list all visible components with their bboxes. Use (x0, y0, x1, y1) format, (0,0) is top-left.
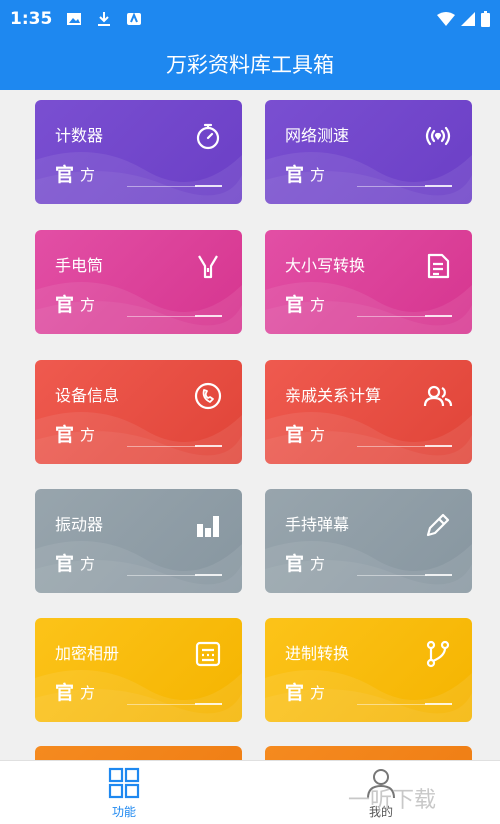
official-badge: 官 (55, 164, 75, 186)
branch-icon (426, 640, 450, 668)
image-icon (67, 13, 82, 25)
tool-card-encrypted-album[interactable]: 加密相册 官 方 (35, 618, 242, 722)
status-bar: 1:35 (0, 0, 500, 38)
official-badge-sub: 方 (310, 555, 326, 573)
phone-icon (194, 382, 222, 410)
tool-card-partial[interactable] (265, 746, 472, 760)
app-title-bar: 万彩资料库工具箱 (0, 38, 500, 90)
tool-title: 振动器 (55, 515, 104, 534)
wave-decoration (265, 282, 472, 334)
official-badge: 官 (55, 553, 75, 575)
official-badge-sub: 方 (80, 166, 96, 184)
wifi-icon (437, 12, 455, 26)
tool-card-base-converter[interactable]: 进制转换 官 方 (265, 618, 472, 722)
tool-title: 设备信息 (55, 386, 120, 405)
official-badge: 官 (55, 294, 75, 316)
tool-title: 网络测速 (285, 126, 350, 145)
cellular-signal-icon (461, 12, 475, 26)
tool-title: 计数器 (55, 126, 104, 145)
tool-title: 手电筒 (55, 256, 104, 275)
official-badge-sub: 方 (310, 426, 326, 444)
wave-decoration (35, 152, 242, 204)
official-badge: 官 (55, 424, 75, 446)
battery-icon (481, 11, 490, 27)
divider-line (357, 316, 427, 317)
official-badge-sub: 方 (310, 166, 326, 184)
tool-title: 手持弹幕 (285, 515, 350, 534)
divider-line (357, 446, 427, 447)
tool-card-case-converter[interactable]: 大小写转换 官 方 (265, 230, 472, 334)
divider-line (127, 704, 197, 705)
tab-label: 功能 (111, 805, 136, 819)
divider-accent (195, 703, 222, 705)
tool-card-relative-calculator[interactable]: 亲戚关系计算 官 方 (265, 360, 472, 464)
wave-decoration (35, 412, 242, 464)
divider-accent (425, 445, 452, 447)
tool-grid: 计数器 官 方 网络测速 官 方 手电筒 官 方 大小写转换 官 方 设备信息 … (0, 90, 500, 760)
divider-line (127, 446, 197, 447)
tool-card-device-info[interactable]: 设备信息 官 方 (35, 360, 242, 464)
official-badge: 官 (285, 553, 305, 575)
wave-decoration (35, 282, 242, 334)
tool-title: 进制转换 (285, 644, 350, 663)
tool-title: 亲戚关系计算 (285, 386, 382, 405)
divider-line (357, 186, 427, 187)
divider-line (127, 316, 197, 317)
divider-line (127, 575, 197, 576)
grid-icon (108, 767, 140, 799)
official-badge: 官 (285, 424, 305, 446)
calculator-icon (195, 641, 221, 667)
official-badge: 官 (285, 294, 305, 316)
pencil-icon (426, 513, 450, 537)
wave-decoration (265, 152, 472, 204)
divider-accent (195, 574, 222, 576)
divider-accent (195, 315, 222, 317)
divider-line (357, 704, 427, 705)
tool-card-counter[interactable]: 计数器 官 方 (35, 100, 242, 204)
stopwatch-icon (196, 123, 220, 150)
official-badge-sub: 方 (310, 296, 326, 314)
tool-card-partial[interactable] (35, 746, 242, 760)
page-title: 万彩资料库工具箱 (166, 53, 334, 77)
tab-functions[interactable]: 功能 (84, 767, 164, 823)
official-badge-sub: 方 (310, 684, 326, 702)
divider-line (127, 186, 197, 187)
tool-title: 大小写转换 (285, 256, 366, 275)
official-badge: 官 (55, 682, 75, 704)
download-icon (98, 12, 111, 26)
wave-decoration (265, 412, 472, 464)
wave-decoration (265, 541, 472, 593)
divider-accent (425, 185, 452, 187)
official-badge: 官 (285, 682, 305, 704)
tool-card-network-speed[interactable]: 网络测速 官 方 (265, 100, 472, 204)
document-icon (427, 253, 450, 279)
wave-decoration (265, 670, 472, 722)
divider-accent (195, 445, 222, 447)
tool-card-vibrator[interactable]: 振动器 官 方 (35, 489, 242, 593)
divider-accent (425, 574, 452, 576)
wave-decoration (35, 541, 242, 593)
divider-line (357, 575, 427, 576)
official-badge-sub: 方 (80, 296, 96, 314)
status-time: 1:35 (10, 9, 53, 29)
app-notification-icon (127, 12, 142, 25)
tool-card-flashlight[interactable]: 手电筒 官 方 (35, 230, 242, 334)
tool-title: 加密相册 (55, 644, 120, 663)
divider-accent (425, 315, 452, 317)
official-badge-sub: 方 (80, 426, 96, 444)
official-badge-sub: 方 (80, 555, 96, 573)
wave-decoration (35, 670, 242, 722)
official-badge: 官 (285, 164, 305, 186)
users-icon (423, 385, 453, 407)
signal-icon (425, 126, 451, 146)
tool-card-handheld-danmaku[interactable]: 手持弹幕 官 方 (265, 489, 472, 593)
official-badge-sub: 方 (80, 684, 96, 702)
watermark: 一听下载 (348, 788, 437, 813)
divider-accent (425, 703, 452, 705)
flashlight-icon (198, 255, 218, 279)
divider-accent (195, 185, 222, 187)
bars-icon (197, 516, 219, 537)
